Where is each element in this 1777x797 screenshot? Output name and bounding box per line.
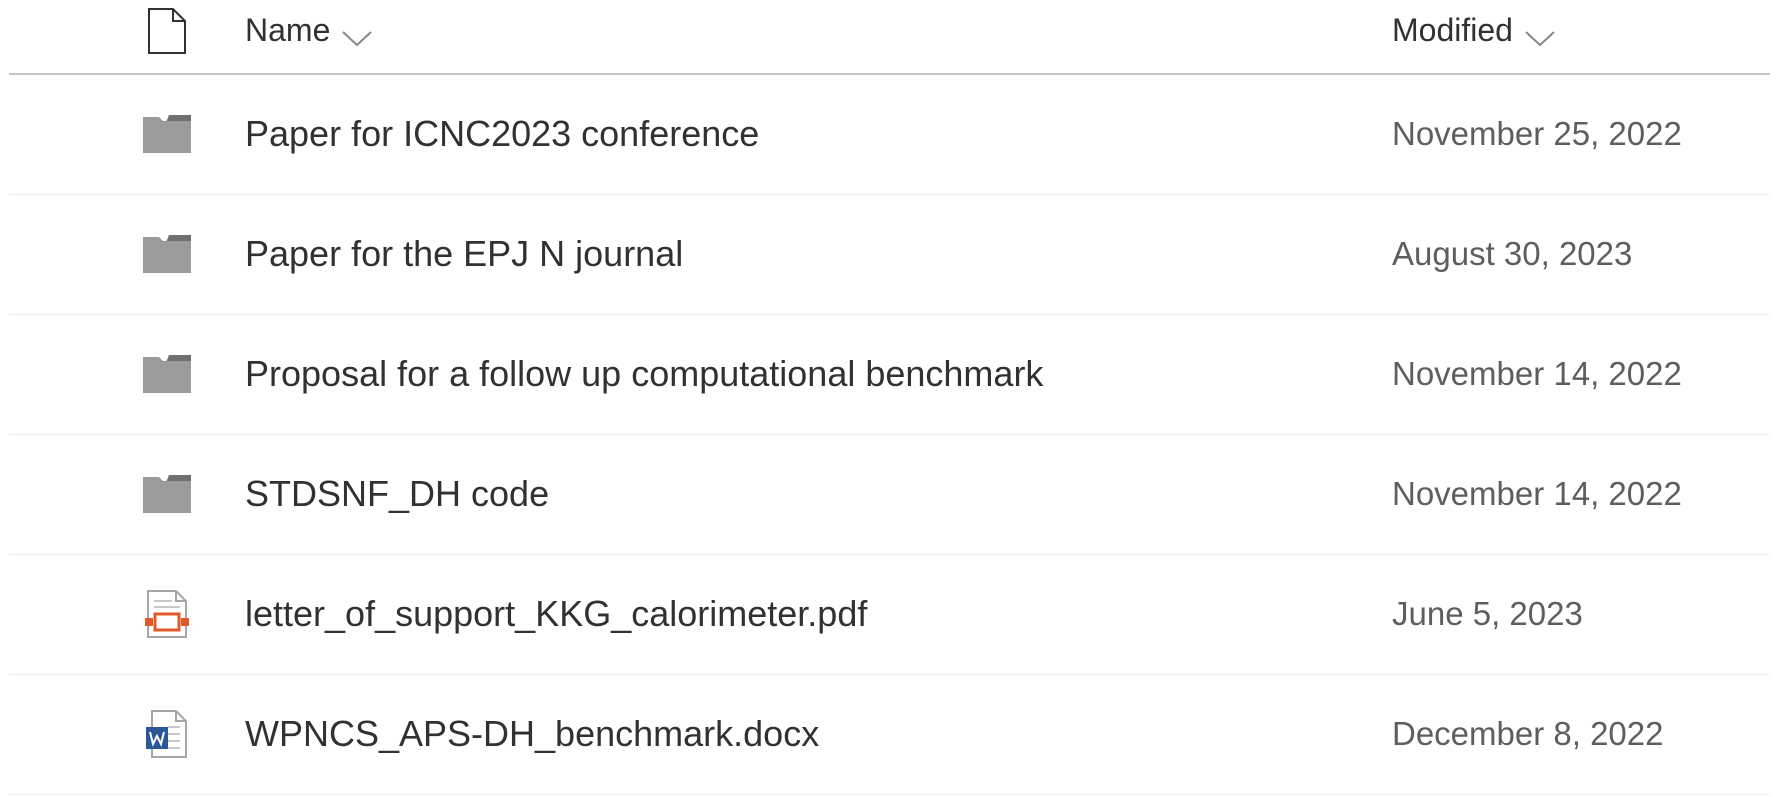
name-column-label: Name — [245, 12, 331, 48]
file-modified-date: November 14, 2022 — [1392, 355, 1682, 392]
file-modified-date: November 14, 2022 — [1392, 475, 1682, 512]
file-row[interactable]: Proposal for a follow up computational b… — [9, 315, 1770, 435]
modified-column-label: Modified — [1392, 12, 1513, 48]
folder-icon — [137, 224, 197, 284]
file-modified-date: June 5, 2023 — [1392, 595, 1583, 632]
file-name[interactable]: STDSNF_DH code — [245, 473, 549, 515]
file-row[interactable]: Paper for ICNC2023 conference November 2… — [9, 75, 1770, 195]
file-list: Name Modified Paper for ICNC2023 confere… — [9, 0, 1770, 795]
folder-icon — [137, 104, 197, 164]
name-column-header[interactable]: Name — [245, 12, 374, 49]
chevron-down-icon — [340, 20, 374, 46]
file-row[interactable]: Paper for the EPJ N journal August 30, 2… — [9, 195, 1770, 315]
file-name[interactable]: WPNCS_APS-DH_benchmark.docx — [245, 713, 819, 755]
file-modified-date: November 25, 2022 — [1392, 115, 1682, 152]
file-name[interactable]: letter_of_support_KKG_calorimeter.pdf — [245, 593, 867, 635]
file-name[interactable]: Proposal for a follow up computational b… — [245, 353, 1043, 395]
file-row[interactable]: letter_of_support_KKG_calorimeter.pdf Ju… — [9, 555, 1770, 675]
file-modified-date: August 30, 2023 — [1392, 235, 1633, 272]
file-name[interactable]: Paper for the EPJ N journal — [245, 233, 683, 275]
pdf-file-icon — [137, 584, 197, 644]
folder-icon — [137, 344, 197, 404]
file-type-column-header[interactable] — [137, 3, 197, 63]
document-icon — [147, 7, 187, 60]
folder-icon — [137, 464, 197, 524]
list-header: Name Modified — [9, 0, 1770, 75]
file-row[interactable]: WPNCS_APS-DH_benchmark.docx December 8, … — [9, 675, 1770, 795]
file-name[interactable]: Paper for ICNC2023 conference — [245, 113, 759, 155]
modified-column-header[interactable]: Modified — [1392, 12, 1557, 49]
word-file-icon — [137, 704, 197, 764]
chevron-down-icon — [1523, 20, 1557, 46]
file-modified-date: December 8, 2022 — [1392, 715, 1664, 752]
file-row[interactable]: STDSNF_DH code November 14, 2022 — [9, 435, 1770, 555]
